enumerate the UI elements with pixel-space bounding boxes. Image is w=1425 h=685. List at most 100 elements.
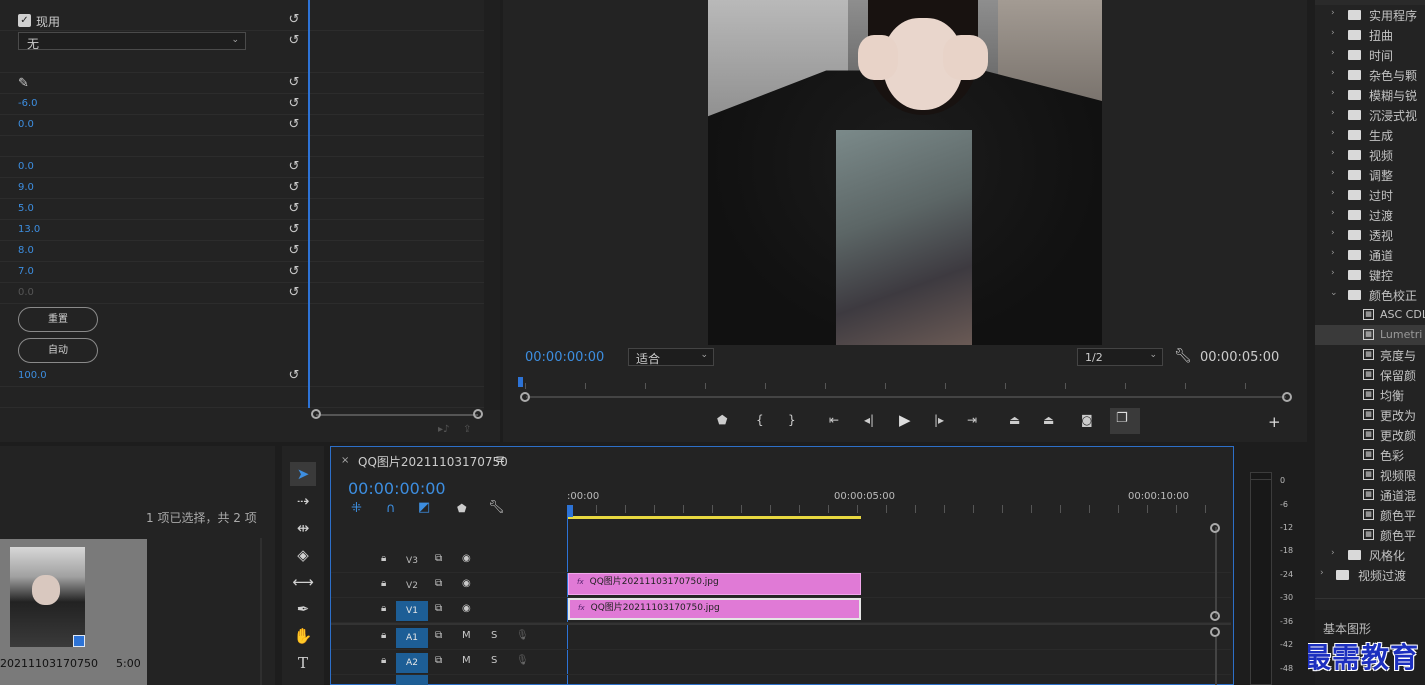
fx-folder[interactable]: › 杂色与颗 [1315, 65, 1425, 85]
sync-lock-icon[interactable]: ⧉ [435, 655, 442, 666]
slip-tool-icon[interactable]: ⟷ [290, 570, 316, 594]
mark-in-icon[interactable]: { [756, 413, 764, 427]
zoom-handle-right[interactable] [1282, 392, 1292, 402]
fx-folder[interactable]: › 过时 [1315, 185, 1425, 205]
add-marker-icon[interactable]: ⬟ [457, 502, 467, 515]
audio-scrollbar[interactable] [1215, 637, 1217, 685]
fx-effect-item[interactable]: ▦ 色彩 [1315, 445, 1425, 465]
lock-icon[interactable]: 🔒︎ [381, 655, 386, 666]
zoom-handle-right[interactable] [473, 409, 483, 419]
close-icon[interactable]: × [341, 455, 349, 466]
fx-effect-item[interactable]: ▦ Lumetri [1315, 325, 1425, 345]
snap-magnet-icon[interactable]: ∩ [386, 501, 396, 516]
fx-effect-item[interactable]: ▦ ASC CDL [1315, 305, 1425, 325]
reset-icon[interactable]: ↺ [287, 13, 301, 27]
active-checkbox[interactable]: ✓ [18, 14, 31, 27]
sync-lock-icon[interactable]: ⧉ [435, 630, 442, 641]
program-playhead[interactable] [518, 377, 523, 387]
timeline-timecode[interactable]: 00:00:00:00 [348, 479, 446, 498]
fx-effect-item[interactable]: ▦ 颜色平 [1315, 505, 1425, 525]
reset-icon[interactable]: ↺ [287, 369, 301, 383]
export-icon[interactable]: ⇪ [463, 424, 471, 435]
reset-icon[interactable]: ↺ [287, 97, 301, 111]
razor-tool-icon[interactable]: ◈ [290, 543, 316, 567]
lock-icon[interactable]: 🔒︎ [381, 630, 386, 641]
work-area-bar[interactable] [567, 516, 861, 519]
go-to-out-icon[interactable]: ⇥ [967, 413, 977, 427]
timeline-playhead-handle[interactable] [567, 505, 573, 517]
reset-button[interactable]: 重置 [18, 307, 98, 332]
fx-effect-item[interactable]: ▦ 更改为 [1315, 405, 1425, 425]
fx-folder[interactable]: › 过渡 [1315, 205, 1425, 225]
clip-thumbnail-card[interactable]: 20211103170750 5:00 [0, 539, 147, 685]
mute-button[interactable]: M [462, 655, 471, 666]
sync-lock-icon[interactable]: ⧉ [435, 553, 442, 564]
eye-icon[interactable]: ◉ [462, 553, 471, 564]
mark-out-icon[interactable]: } [788, 413, 796, 427]
pen-tool-icon[interactable]: ✒ [290, 597, 316, 621]
play-audio-icon[interactable]: ▸♪ [438, 424, 449, 435]
camera-icon[interactable]: ◙ [1081, 413, 1093, 427]
mute-button[interactable]: M [462, 630, 471, 641]
compare-button[interactable]: ❐ [1110, 408, 1140, 434]
solo-button[interactable]: S [491, 630, 497, 641]
fx-effect-item[interactable]: ▦ 均衡 [1315, 385, 1425, 405]
fx-folder[interactable]: › 模糊与锐 [1315, 85, 1425, 105]
fx-folder[interactable]: › 视频 [1315, 145, 1425, 165]
fx-folder[interactable]: › 透视 [1315, 225, 1425, 245]
reset-icon[interactable]: ↺ [287, 181, 301, 195]
timeline-ruler[interactable] [567, 505, 1211, 513]
reset-icon[interactable]: ↺ [287, 244, 301, 258]
fx-folder[interactable]: › 时间 [1315, 45, 1425, 65]
step-forward-icon[interactable]: |▸ [934, 413, 944, 427]
resolution-dropdown[interactable]: 1/2 ⌄ [1077, 348, 1163, 366]
fx-effect-item[interactable]: ▦ 通道混 [1315, 485, 1425, 505]
fx-effect-item[interactable]: ▦ 保留颜 [1315, 365, 1425, 385]
essential-graphics-tab[interactable]: 基本图形 [1323, 620, 1371, 637]
step-back-icon[interactable]: ◂| [864, 413, 874, 427]
video-scrollbar[interactable] [1215, 527, 1217, 617]
fx-folder[interactable]: › 扭曲 [1315, 25, 1425, 45]
reset-icon[interactable]: ↺ [287, 34, 301, 48]
zoom-handle-left[interactable] [520, 392, 530, 402]
reset-icon[interactable]: ↺ [287, 265, 301, 279]
add-button-icon[interactable]: + [1268, 413, 1281, 431]
track-select-tool-icon[interactable]: ⇢ [290, 489, 316, 513]
eye-icon[interactable]: ◉ [462, 578, 471, 589]
reset-icon[interactable]: ↺ [287, 202, 301, 216]
selection-tool-icon[interactable]: ➤ [290, 462, 316, 486]
zoom-scrollbar[interactable] [316, 414, 478, 416]
fx-effect-item[interactable]: ▦ 亮度与 [1315, 345, 1425, 365]
sync-lock-icon[interactable]: ⧉ [435, 578, 442, 589]
lock-icon[interactable]: 🔒︎ [381, 578, 386, 589]
fit-dropdown[interactable]: 适合 ⌄ [628, 348, 714, 366]
mask-dropdown[interactable]: 无 ⌄ [18, 32, 246, 51]
clip-v1[interactable]: fx QQ图片20211103170750.jpg [568, 598, 861, 620]
program-ruler[interactable] [525, 383, 1285, 389]
fx-folder[interactable]: › 通道 [1315, 245, 1425, 265]
wrench-icon[interactable]: 🔧︎ [1174, 348, 1192, 364]
solo-button[interactable]: S [491, 655, 497, 666]
scroll-handle[interactable] [1210, 523, 1220, 533]
play-icon[interactable]: ▶ [899, 411, 911, 429]
panel-menu-icon[interactable]: ≡ [495, 452, 505, 466]
go-to-in-icon[interactable]: ⇤ [829, 413, 839, 427]
lock-icon[interactable]: 🔒︎ [381, 553, 386, 564]
scroll-handle[interactable] [1210, 611, 1220, 621]
linked-selection-icon[interactable]: ◩ [418, 500, 430, 515]
fx-folder[interactable]: › 调整 [1315, 165, 1425, 185]
extract-icon[interactable]: ⏏ [1043, 413, 1054, 427]
hand-tool-icon[interactable]: ✋ [290, 624, 316, 648]
fx-folder[interactable]: › 实用程序 [1315, 5, 1425, 25]
sync-lock-icon[interactable]: ⧉ [435, 603, 442, 614]
fx-folder[interactable]: › 风格化 [1315, 545, 1425, 565]
auto-button[interactable]: 自动 [18, 338, 98, 363]
fx-folder[interactable]: › 生成 [1315, 125, 1425, 145]
reset-icon[interactable]: ↺ [287, 118, 301, 132]
reset-icon[interactable]: ↺ [287, 223, 301, 237]
sequence-tab[interactable]: QQ图片20211103170750 [358, 453, 508, 470]
fx-effect-item[interactable]: ▦ 更改颜 [1315, 425, 1425, 445]
nest-icon[interactable]: ⁜ [351, 501, 362, 516]
fx-effect-item[interactable]: ▦ 颜色平 [1315, 525, 1425, 545]
add-marker-icon[interactable]: ⬟ [717, 413, 727, 427]
